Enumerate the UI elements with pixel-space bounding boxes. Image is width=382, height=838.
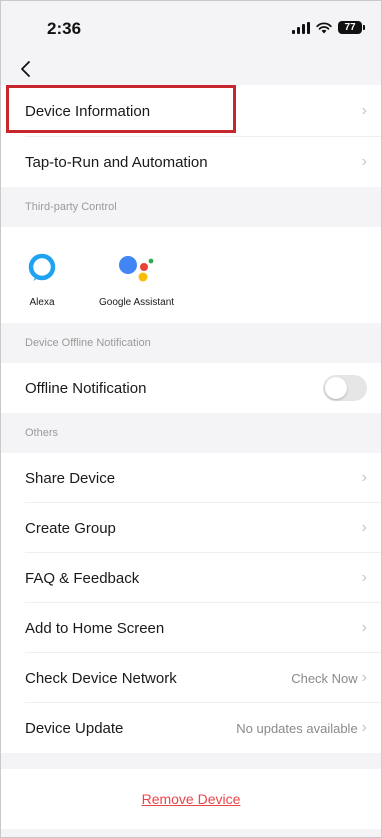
row-add-to-home-screen[interactable]: Add to Home Screen › <box>1 603 381 653</box>
battery-level: 77 <box>338 21 362 34</box>
row-label: Check Device Network <box>25 669 177 687</box>
row-label: Create Group <box>25 519 116 537</box>
device-settings-screen: 2:36 77 Device Information › Tap-to-Run … <box>0 0 382 838</box>
row-tap-to-run[interactable]: Tap-to-Run and Automation › <box>1 137 381 187</box>
row-offline-notification: Offline Notification <box>1 363 381 413</box>
google-assistant-label: Google Assistant <box>99 297 175 308</box>
toggle-knob <box>325 377 347 399</box>
chevron-right-icon: › <box>361 153 367 170</box>
chevron-right-icon: › <box>361 569 367 586</box>
alexa-button[interactable]: Alexa <box>27 245 57 323</box>
status-time: 2:36 <box>47 19 82 38</box>
row-label: Tap-to-Run and Automation <box>25 153 208 171</box>
row-label: Offline Notification <box>25 379 147 397</box>
chevron-left-icon[interactable] <box>19 59 31 84</box>
section-header-third-party: Third-party Control <box>1 187 381 227</box>
offline-notification-toggle[interactable] <box>323 375 367 401</box>
section-header-offline: Device Offline Notification <box>1 323 381 363</box>
battery-icon: 77 <box>338 21 365 34</box>
remove-device-row: Remove Device <box>1 769 381 829</box>
chevron-right-icon: › <box>361 619 367 636</box>
row-faq-feedback[interactable]: FAQ & Feedback › <box>1 553 381 603</box>
chevron-right-icon: › <box>361 519 367 536</box>
status-icons: 77 <box>292 21 365 34</box>
chevron-right-icon: › <box>361 102 367 119</box>
section-header-others: Others <box>1 413 381 453</box>
bottom-area <box>1 829 381 837</box>
signal-icon <box>292 21 310 34</box>
alexa-label: Alexa <box>29 297 55 308</box>
remove-device-button[interactable]: Remove Device <box>142 791 241 807</box>
check-now-value: Check Now <box>291 670 358 686</box>
third-party-control-list: Alexa Google Assistant <box>1 227 381 323</box>
row-label: Device Information <box>25 102 151 120</box>
row-share-device[interactable]: Share Device › <box>1 453 381 503</box>
row-device-update[interactable]: Device Update No updates available › <box>1 703 381 753</box>
row-device-information[interactable]: Device Information › <box>1 85 381 137</box>
section-gap <box>1 753 381 769</box>
status-bar: 2:36 77 <box>1 1 381 59</box>
chevron-right-icon: › <box>361 669 367 686</box>
row-label: Add to Home Screen <box>25 619 165 637</box>
row-label: Device Update <box>25 719 124 737</box>
google-assistant-icon <box>117 245 157 289</box>
alexa-icon <box>27 245 57 289</box>
row-label: FAQ & Feedback <box>25 569 140 587</box>
row-check-device-network[interactable]: Check Device Network Check Now › <box>1 653 381 703</box>
row-label: Share Device <box>25 469 116 487</box>
chevron-right-icon: › <box>361 469 367 486</box>
wifi-icon <box>316 21 332 34</box>
chevron-right-icon: › <box>361 719 367 736</box>
google-assistant-button[interactable]: Google Assistant <box>99 245 174 323</box>
update-status-value: No updates available <box>236 720 358 736</box>
row-create-group[interactable]: Create Group › <box>1 503 381 553</box>
nav-bar <box>1 59 381 85</box>
